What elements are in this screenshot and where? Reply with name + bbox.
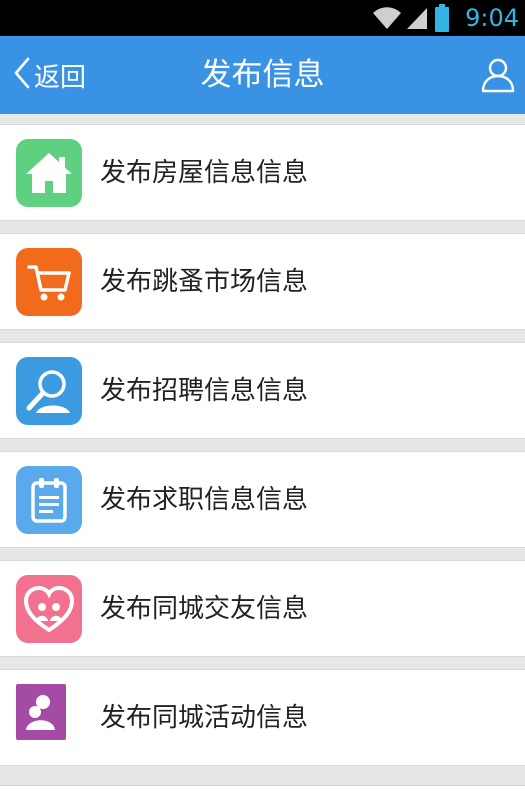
status-time: 9:04: [465, 4, 519, 32]
list-item-recruit[interactable]: 发布招聘信息信息: [0, 342, 525, 439]
list-item-label: 发布同城交友信息: [100, 594, 309, 624]
user-icon: [481, 58, 515, 97]
list-item-make-friends[interactable]: 发布同城交友信息: [0, 560, 525, 657]
activity-people-icon: [16, 684, 66, 740]
list-item-label: 发布房屋信息信息: [100, 158, 309, 188]
list-item-label: 发布求职信息信息: [100, 485, 309, 515]
list-item-job-seeking[interactable]: 发布求职信息信息: [0, 451, 525, 548]
nav-bar: 返回 发布信息: [0, 36, 525, 114]
magnifier-person-icon: [16, 357, 82, 425]
status-bar: 9:04: [0, 0, 525, 36]
list-item-local-activity[interactable]: 发布同城活动信息: [0, 669, 525, 766]
user-button[interactable]: [481, 57, 515, 97]
page-title: 发布信息: [200, 57, 325, 93]
clipboard-icon: [16, 466, 82, 534]
list-item-label: 发布同城活动信息: [100, 703, 309, 733]
house-icon: [16, 139, 82, 207]
next-list-item-partial: [0, 785, 525, 809]
list-item-house[interactable]: 发布房屋信息信息: [0, 124, 525, 221]
wifi-icon: [372, 6, 402, 34]
battery-icon: [434, 4, 450, 36]
shopping-cart-icon: [16, 248, 82, 316]
list-item-label: 发布招聘信息信息: [100, 376, 309, 406]
signal-icon: [405, 6, 429, 34]
heart-people-icon: [16, 575, 82, 643]
list-item-flea-market[interactable]: 发布跳蚤市场信息: [0, 233, 525, 330]
list-item-label: 发布跳蚤市场信息: [100, 267, 309, 297]
